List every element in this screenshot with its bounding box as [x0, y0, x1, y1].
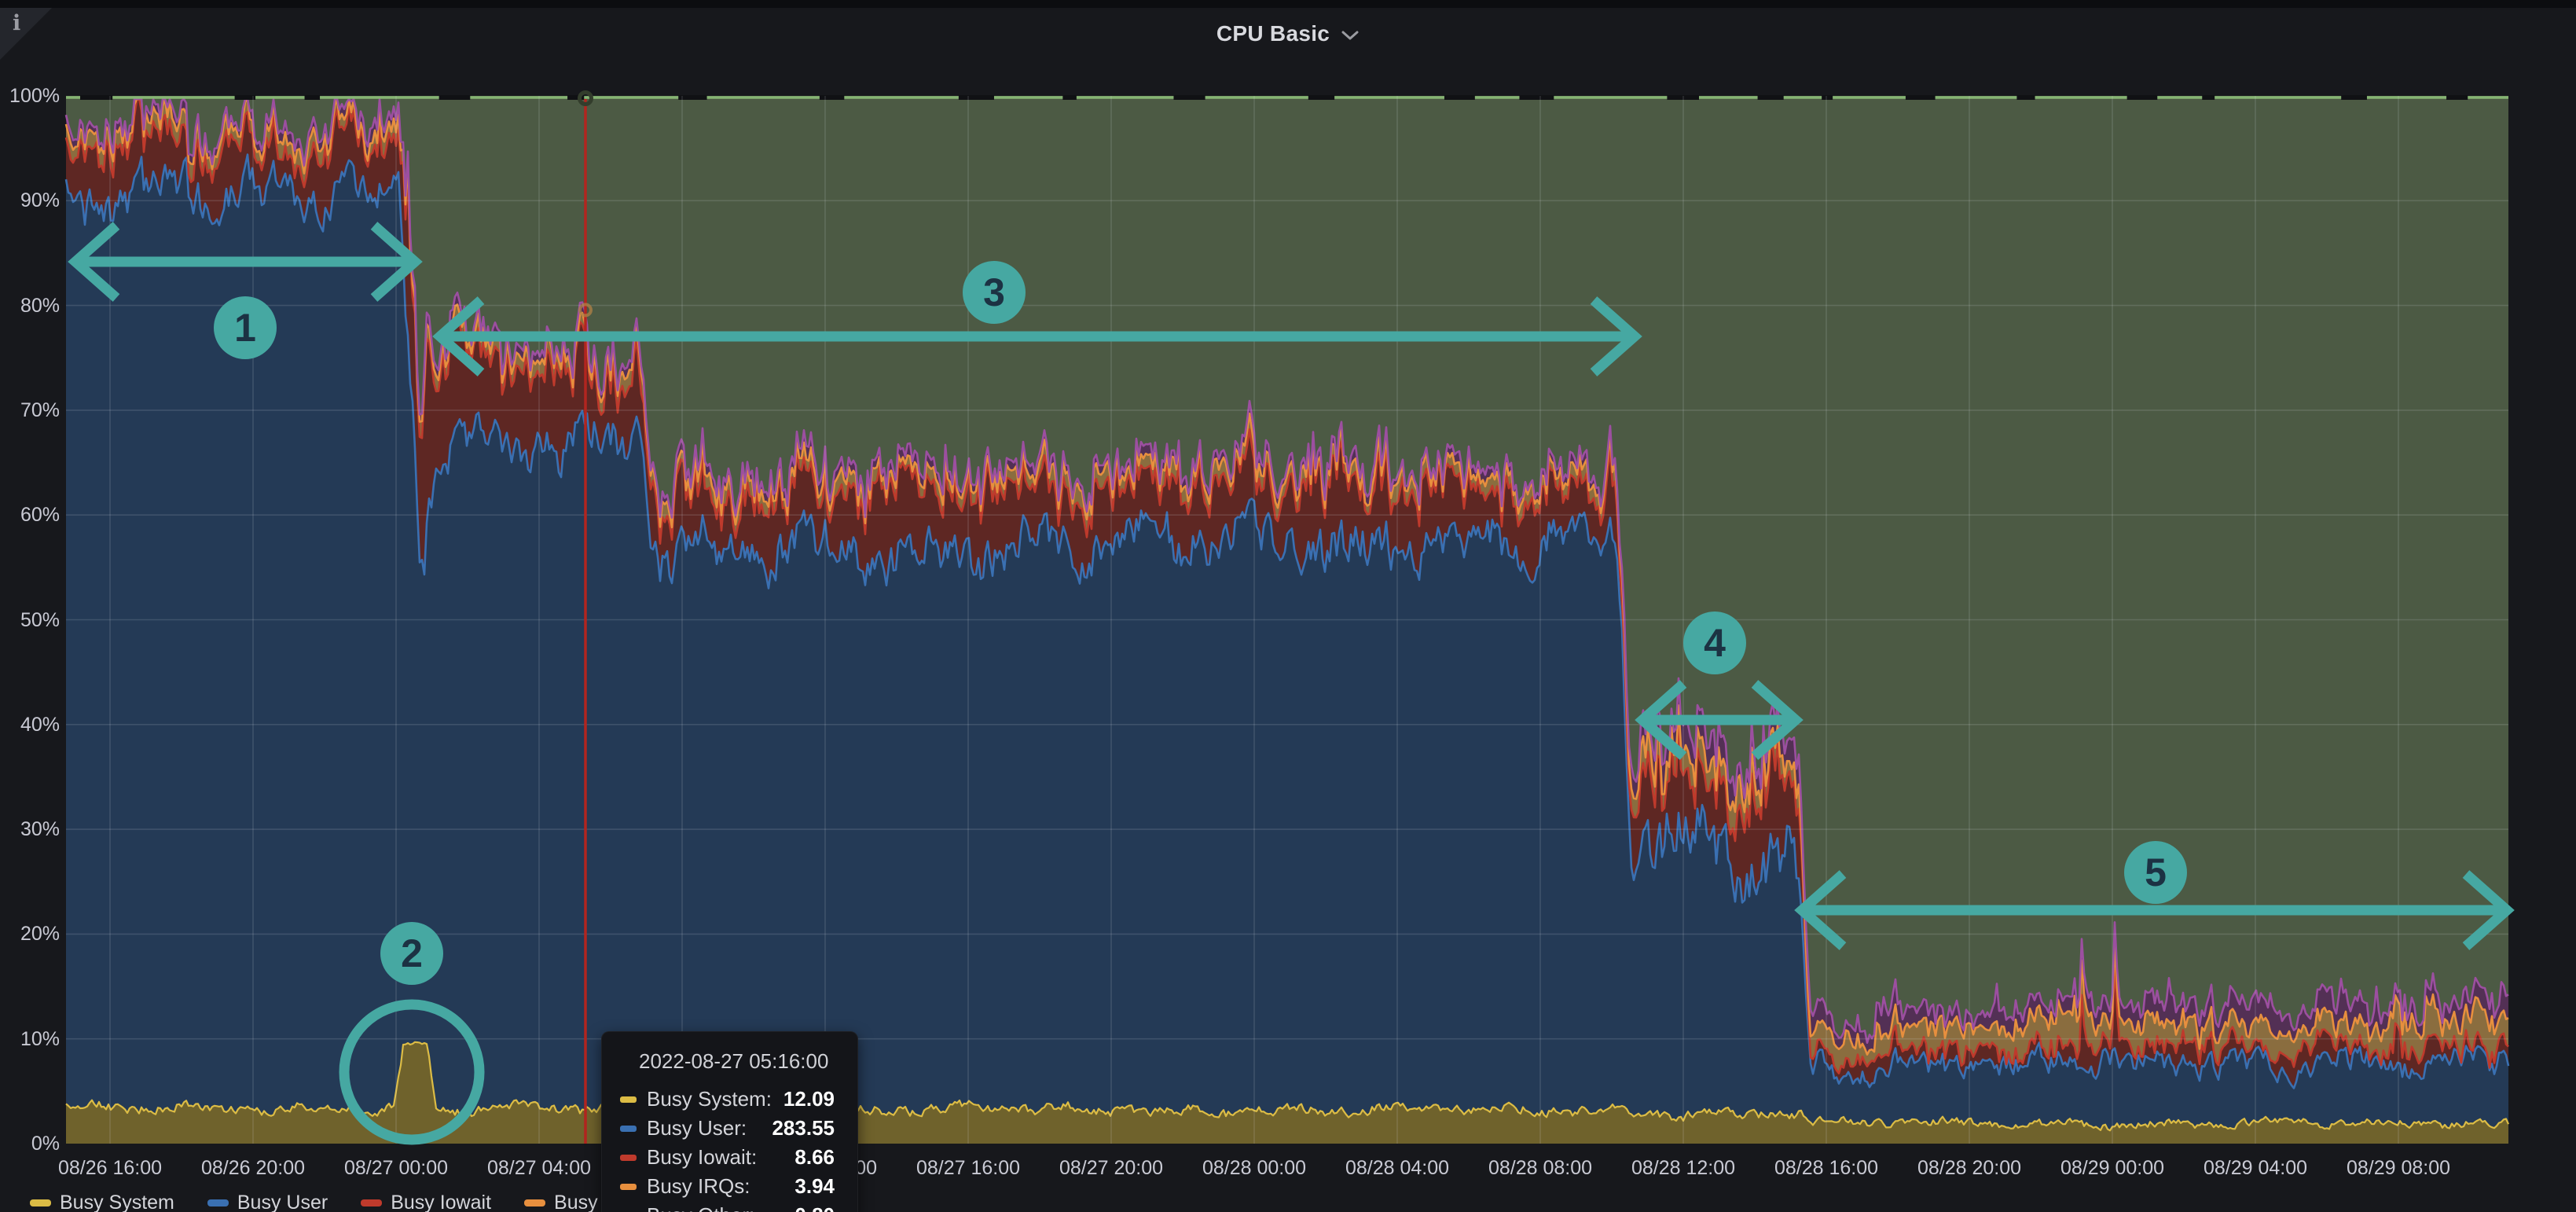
annotation-overlay — [66, 96, 2508, 1144]
tooltip-value: 283.55 — [772, 1116, 835, 1140]
y-tick-label: 0% — [0, 1133, 60, 1155]
tooltip-row: Busy Other: 0.80 — [602, 1201, 857, 1212]
tooltip-row: Busy Iowait: 8.66 — [602, 1143, 857, 1172]
x-tick-label: 08/28 12:00 — [1631, 1157, 1735, 1180]
panel-background: i CPU Basic 100%90%80%70%60%50%40%30%20%… — [0, 8, 2576, 1212]
grafana-cpu-panel: i CPU Basic 100%90%80%70%60%50%40%30%20%… — [0, 0, 2576, 1212]
legend: Busy SystemBusy UserBusy IowaitBusy IRQs — [30, 1192, 648, 1212]
tooltip-swatch — [620, 1126, 637, 1132]
x-tick-label: 08/29 00:00 — [2060, 1157, 2164, 1180]
tooltip-swatch — [620, 1096, 637, 1103]
tooltip-value: 3.94 — [794, 1174, 835, 1199]
x-tick-label: 08/28 20:00 — [1917, 1157, 2021, 1180]
legend-item[interactable]: Busy System — [30, 1192, 174, 1212]
annotation-circle-2 — [344, 1004, 479, 1140]
x-tick-label: 08/27 00:00 — [344, 1157, 448, 1180]
tooltip-rows: Busy System: 12.09 Busy User: 283.55 Busy Io… — [602, 1085, 857, 1212]
y-tick-label: 50% — [0, 609, 60, 632]
tooltip-timestamp: 2022-08-27 05:16:00 — [639, 1049, 857, 1074]
y-tick-label: 70% — [0, 399, 60, 422]
panel-title: CPU Basic — [1216, 21, 1330, 46]
y-tick-label: 40% — [0, 714, 60, 736]
y-tick-label: 80% — [0, 295, 60, 318]
tooltip-value: 12.09 — [783, 1087, 835, 1111]
x-tick-label: 08/27 20:00 — [1059, 1157, 1163, 1180]
x-tick-label: 08/28 00:00 — [1202, 1157, 1306, 1180]
tooltip-swatch — [620, 1155, 637, 1161]
tooltip-label: Busy User: — [647, 1116, 747, 1140]
y-tick-label: 10% — [0, 1028, 60, 1051]
tooltip-value: 0.80 — [794, 1203, 835, 1212]
legend-swatch — [207, 1199, 229, 1206]
x-tick-label: 08/27 16:00 — [916, 1157, 1020, 1180]
x-tick-label: 08/29 04:00 — [2204, 1157, 2307, 1180]
annotation-badge-5: 5 — [2124, 841, 2187, 904]
annotation-badge-1: 1 — [214, 296, 277, 359]
tooltip-swatch — [620, 1184, 637, 1190]
panel-header[interactable]: CPU Basic — [0, 8, 2576, 60]
annotation-badge-4: 4 — [1683, 612, 1746, 674]
tooltip-label: Busy Iowait: — [647, 1145, 757, 1170]
chevron-down-icon — [1341, 30, 1360, 41]
tooltip-row: Busy User: 283.55 — [602, 1114, 857, 1143]
legend-label: Busy Iowait — [391, 1192, 491, 1212]
legend-swatch — [30, 1199, 51, 1206]
y-tick-label: 20% — [0, 923, 60, 946]
tooltip-row: Busy IRQs: 3.94 — [602, 1172, 857, 1201]
tooltip-label: Busy System: — [647, 1087, 772, 1111]
y-tick-label: 100% — [0, 85, 60, 108]
y-tick-label: 30% — [0, 818, 60, 841]
x-tick-label: 08/26 16:00 — [58, 1157, 162, 1180]
legend-swatch — [524, 1199, 545, 1206]
y-tick-label: 90% — [0, 189, 60, 212]
legend-item[interactable]: Busy User — [207, 1192, 328, 1212]
tooltip-label: Busy Other: — [647, 1203, 754, 1212]
x-tick-label: 08/28 16:00 — [1774, 1157, 1878, 1180]
tooltip-row: Busy System: 12.09 — [602, 1085, 857, 1114]
tooltip: 2022-08-27 05:16:00 Busy System:12.09Bus… — [601, 1031, 858, 1212]
annotation-badge-2: 2 — [380, 922, 443, 985]
x-tick-label: 08/26 20:00 — [201, 1157, 305, 1180]
annotation-badge-3: 3 — [963, 261, 1026, 324]
legend-item[interactable]: Busy Iowait — [361, 1192, 491, 1212]
chart-plot-area[interactable] — [66, 96, 2508, 1144]
legend-label: Busy User — [237, 1192, 328, 1212]
x-tick-label: 08/27 04:00 — [487, 1157, 591, 1180]
y-tick-label: 60% — [0, 504, 60, 527]
x-tick-label: 08/28 04:00 — [1345, 1157, 1449, 1180]
tooltip-label: Busy IRQs: — [647, 1174, 750, 1199]
legend-label: Busy System — [60, 1192, 174, 1212]
legend-swatch — [361, 1199, 382, 1206]
tooltip-value: 8.66 — [794, 1145, 835, 1170]
x-tick-label: 08/29 08:00 — [2347, 1157, 2450, 1180]
x-tick-label: 08/28 08:00 — [1488, 1157, 1592, 1180]
